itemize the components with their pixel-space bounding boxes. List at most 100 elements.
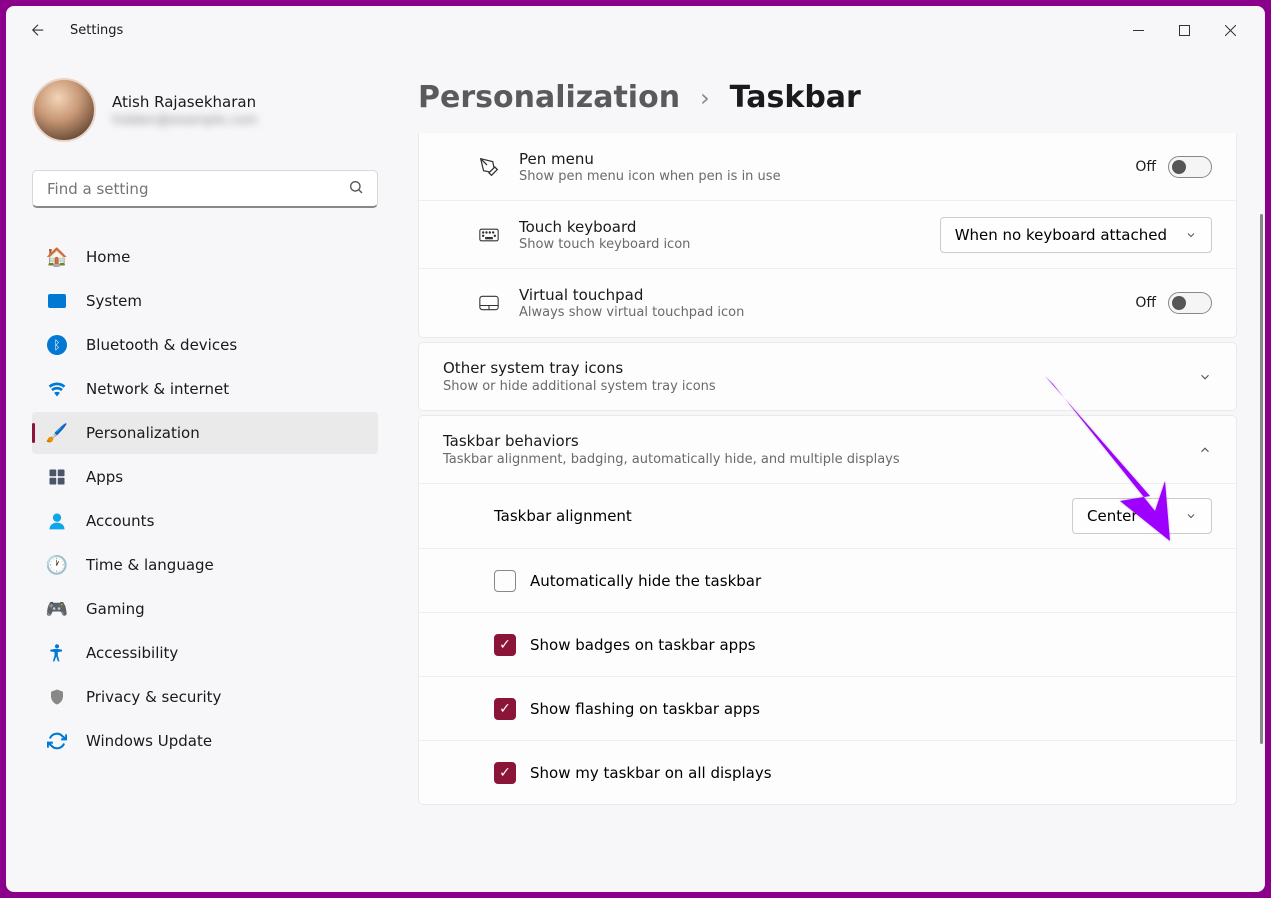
nav-personalization[interactable]: 🖌️Personalization bbox=[32, 412, 378, 454]
autohide-label: Automatically hide the taskbar bbox=[530, 572, 761, 590]
alldisplays-label: Show my taskbar on all displays bbox=[530, 764, 772, 782]
autohide-checkbox[interactable] bbox=[494, 570, 516, 592]
breadcrumb-parent[interactable]: Personalization bbox=[418, 80, 680, 115]
other-tray-title: Other system tray icons bbox=[443, 359, 1198, 377]
maximize-button[interactable] bbox=[1161, 14, 1207, 46]
settings-window: Settings Atish Rajasekharan hidden@examp… bbox=[6, 6, 1265, 892]
home-icon: 🏠 bbox=[46, 246, 68, 268]
badges-label: Show badges on taskbar apps bbox=[530, 636, 756, 654]
behaviors-card: Taskbar behaviors Taskbar alignment, bad… bbox=[418, 415, 1237, 805]
close-icon bbox=[1225, 25, 1236, 36]
nav-label: Network & internet bbox=[86, 380, 229, 398]
alldisplays-row: Show my taskbar on all displays bbox=[419, 740, 1236, 804]
touch-dropdown-value: When no keyboard attached bbox=[955, 226, 1167, 244]
window-controls bbox=[1115, 14, 1253, 46]
scrollbar-thumb[interactable] bbox=[1260, 214, 1263, 744]
alignment-dropdown[interactable]: Center bbox=[1072, 498, 1212, 534]
chevron-down-icon bbox=[1198, 370, 1212, 384]
flashing-label: Show flashing on taskbar apps bbox=[530, 700, 760, 718]
apps-icon bbox=[46, 466, 68, 488]
nav-privacy[interactable]: Privacy & security bbox=[32, 676, 378, 718]
chevron-down-icon bbox=[1185, 229, 1197, 241]
search-input[interactable] bbox=[32, 170, 378, 208]
alldisplays-checkbox[interactable] bbox=[494, 762, 516, 784]
nav-apps[interactable]: Apps bbox=[32, 456, 378, 498]
scrollbar-track[interactable] bbox=[1255, 76, 1265, 892]
nav-label: Bluetooth & devices bbox=[86, 336, 237, 354]
nav-system[interactable]: System bbox=[32, 280, 378, 322]
shield-icon bbox=[46, 686, 68, 708]
back-arrow-icon bbox=[29, 21, 47, 39]
touch-keyboard-row: Touch keyboard Show touch keyboard icon … bbox=[419, 201, 1236, 269]
system-icon bbox=[46, 290, 68, 312]
search-icon bbox=[348, 179, 364, 199]
main-content: Personalization › Taskbar Pen menu Show … bbox=[386, 54, 1265, 892]
pen-toggle[interactable] bbox=[1168, 156, 1212, 178]
touchpad-toggle[interactable] bbox=[1168, 292, 1212, 314]
profile-name: Atish Rajasekharan bbox=[112, 93, 257, 111]
nav-accounts[interactable]: Accounts bbox=[32, 500, 378, 542]
touch-title: Touch keyboard bbox=[519, 218, 940, 236]
minimize-button[interactable] bbox=[1115, 14, 1161, 46]
pen-menu-row: Pen menu Show pen menu icon when pen is … bbox=[419, 133, 1236, 201]
nav-label: Accessibility bbox=[86, 644, 178, 662]
window-body: Atish Rajasekharan hidden@example.com 🏠 H… bbox=[6, 54, 1265, 892]
nav-update[interactable]: Windows Update bbox=[32, 720, 378, 762]
pen-toggle-label: Off bbox=[1135, 159, 1156, 175]
chevron-up-icon bbox=[1198, 443, 1212, 457]
nav-label: Apps bbox=[86, 468, 123, 486]
other-tray-sub: Show or hide additional system tray icon… bbox=[443, 379, 1198, 394]
other-tray-header[interactable]: Other system tray icons Show or hide add… bbox=[419, 343, 1236, 410]
behaviors-title: Taskbar behaviors bbox=[443, 432, 1198, 450]
clock-icon: 🕐 bbox=[46, 554, 68, 576]
nav-bluetooth[interactable]: ᛒ Bluetooth & devices bbox=[32, 324, 378, 366]
nav-time[interactable]: 🕐Time & language bbox=[32, 544, 378, 586]
behaviors-header[interactable]: Taskbar behaviors Taskbar alignment, bad… bbox=[419, 416, 1236, 483]
autohide-row: Automatically hide the taskbar bbox=[419, 548, 1236, 612]
avatar bbox=[32, 78, 96, 142]
pen-title: Pen menu bbox=[519, 150, 1135, 168]
nav-label: Windows Update bbox=[86, 732, 212, 750]
wifi-icon bbox=[46, 378, 68, 400]
sidebar: Atish Rajasekharan hidden@example.com 🏠 H… bbox=[6, 54, 386, 892]
nav: 🏠 Home System ᛒ Bluetooth & devices Networ… bbox=[32, 236, 378, 762]
breadcrumb: Personalization › Taskbar bbox=[418, 80, 1237, 115]
badges-checkbox[interactable] bbox=[494, 634, 516, 656]
nav-gaming[interactable]: 🎮 Gaming bbox=[32, 588, 378, 630]
nav-label: System bbox=[86, 292, 142, 310]
nav-label: Home bbox=[86, 248, 130, 266]
minimize-icon bbox=[1133, 25, 1144, 36]
touchpad-title: Virtual touchpad bbox=[519, 286, 1135, 304]
touchpad-icon bbox=[479, 294, 499, 312]
game-icon: 🎮 bbox=[46, 598, 68, 620]
nav-network[interactable]: Network & internet bbox=[32, 368, 378, 410]
back-button[interactable] bbox=[18, 10, 58, 50]
nav-accessibility[interactable]: Accessibility bbox=[32, 632, 378, 674]
touchpad-toggle-label: Off bbox=[1135, 295, 1156, 311]
chevron-right-icon: › bbox=[700, 84, 710, 112]
behaviors-sub: Taskbar alignment, badging, automaticall… bbox=[443, 452, 1198, 467]
person-icon bbox=[46, 510, 68, 532]
nav-home[interactable]: 🏠 Home bbox=[32, 236, 378, 278]
profile-email: hidden@example.com bbox=[112, 113, 257, 128]
touchpad-sub: Always show virtual touchpad icon bbox=[519, 305, 1135, 320]
touch-sub: Show touch keyboard icon bbox=[519, 237, 940, 252]
bluetooth-icon: ᛒ bbox=[46, 334, 68, 356]
profile-section[interactable]: Atish Rajasekharan hidden@example.com bbox=[32, 66, 378, 162]
nav-label: Personalization bbox=[86, 424, 200, 442]
chevron-down-icon bbox=[1185, 510, 1197, 522]
nav-label: Gaming bbox=[86, 600, 145, 618]
nav-label: Privacy & security bbox=[86, 688, 221, 706]
close-button[interactable] bbox=[1207, 14, 1253, 46]
window-title: Settings bbox=[70, 23, 123, 38]
breadcrumb-current: Taskbar bbox=[730, 80, 861, 115]
badges-row: Show badges on taskbar apps bbox=[419, 612, 1236, 676]
flashing-row: Show flashing on taskbar apps bbox=[419, 676, 1236, 740]
touchpad-row: Virtual touchpad Always show virtual tou… bbox=[419, 269, 1236, 337]
accessibility-icon bbox=[46, 642, 68, 664]
alignment-value: Center bbox=[1087, 507, 1138, 525]
other-tray-card: Other system tray icons Show or hide add… bbox=[418, 342, 1237, 411]
flashing-checkbox[interactable] bbox=[494, 698, 516, 720]
system-tray-card: Pen menu Show pen menu icon when pen is … bbox=[418, 133, 1237, 338]
touch-dropdown[interactable]: When no keyboard attached bbox=[940, 217, 1212, 253]
